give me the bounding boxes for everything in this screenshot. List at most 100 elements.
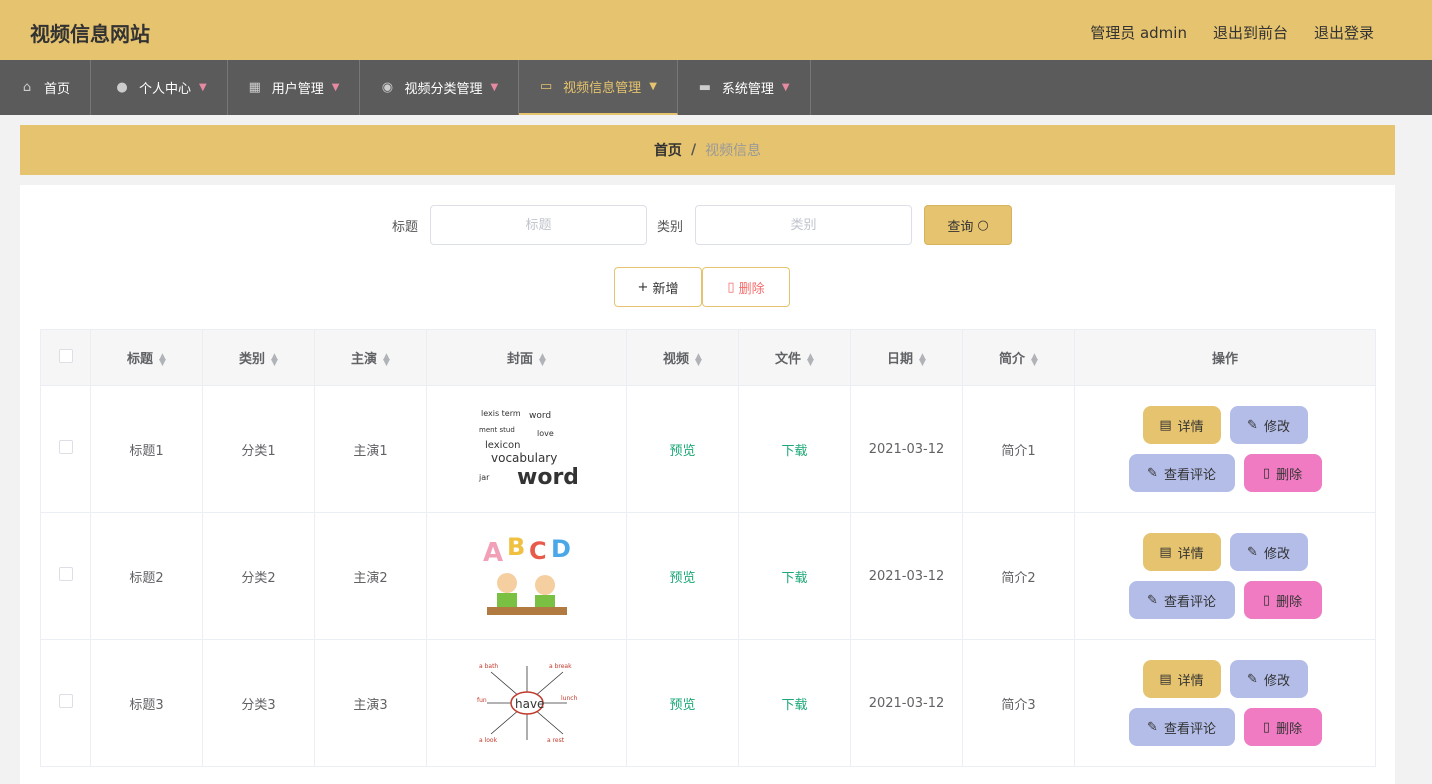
query-button[interactable]: 查询 ○	[924, 205, 1013, 245]
batch-delete-button[interactable]: ▯ 删除	[702, 267, 790, 307]
grid-icon: ▦	[248, 79, 261, 95]
row-checkbox[interactable]	[58, 440, 73, 454]
delete-button[interactable]: ▯ 删除	[1243, 581, 1322, 619]
sort-icon[interactable]: ▲ ▼	[695, 352, 702, 367]
preview-link[interactable]: 预览	[669, 571, 695, 586]
svg-text:vocabulary: vocabulary	[491, 451, 557, 465]
add-button[interactable]: + 新增	[614, 267, 702, 307]
cell-video: 预览	[626, 639, 739, 767]
cell-title: 标题2	[90, 512, 203, 640]
sort-icon[interactable]: ▲ ▼	[159, 352, 166, 367]
svg-text:a look: a look	[479, 737, 498, 744]
sort-icon[interactable]: ▲ ▼	[383, 352, 390, 367]
cell-date: 2021-03-12	[850, 385, 963, 513]
col-header-cover[interactable]: 封面 ▲ ▼	[426, 329, 627, 386]
top-header: 视频信息网站 管理员 admin 退出到前台 退出登录	[0, 0, 1432, 60]
nav-item-system[interactable]: ▬ 系统管理 ▼	[678, 60, 811, 115]
delete-button[interactable]: ▯ 删除	[1243, 708, 1322, 746]
edit-button[interactable]: ✎ 修改	[1229, 406, 1308, 444]
chat-icon: ▭	[540, 78, 553, 94]
cell-cover: A B C D	[426, 512, 627, 640]
row-checkbox[interactable]	[58, 694, 73, 708]
title-search-input[interactable]	[430, 205, 648, 245]
delete-button[interactable]: ▯ 删除	[1243, 454, 1322, 492]
cell-cover: have a bath a break fun lunch a look a rest	[426, 639, 627, 767]
trash-icon: ▯	[1262, 465, 1271, 481]
svg-text:A: A	[483, 538, 503, 568]
view-comments-button[interactable]: ✎ 查看评论	[1128, 454, 1235, 492]
pencil-icon: ✎	[1247, 544, 1258, 560]
title-search-label: 标题	[392, 219, 419, 235]
cell-ops: ▤ 详情 ✎ 修改 ✎ 查看评论 ▯ 删除	[1074, 385, 1376, 513]
sort-icon[interactable]: ▲ ▼	[807, 352, 814, 367]
preview-link[interactable]: 预览	[669, 444, 695, 459]
detail-button[interactable]: ▤ 详情	[1142, 660, 1221, 698]
col-header-intro[interactable]: 简介 ▲ ▼	[962, 329, 1075, 386]
svg-text:B: B	[507, 533, 525, 561]
doc-icon: ▤	[1159, 417, 1172, 433]
table-row: 标题3 分类3 主演3 have a bath a break fun lunc…	[40, 639, 1376, 767]
detail-button[interactable]: ▤ 详情	[1142, 533, 1221, 571]
svg-text:D: D	[551, 535, 571, 563]
chevron-down-icon: ▼	[490, 82, 499, 93]
pencil-icon: ✎	[1247, 417, 1258, 433]
preview-link[interactable]: 预览	[669, 698, 695, 713]
download-link[interactable]: 下载	[781, 698, 807, 713]
category-search-label: 类别	[657, 219, 684, 235]
svg-text:jar: jar	[478, 473, 490, 482]
breadcrumb: 首页 / 视频信息	[20, 125, 1395, 175]
add-button-label: 新增	[652, 281, 679, 297]
pencil-icon: ✎	[1247, 671, 1258, 687]
view-comments-button[interactable]: ✎ 查看评论	[1128, 708, 1235, 746]
row-checkbox[interactable]	[58, 567, 73, 581]
breadcrumb-home[interactable]: 首页	[654, 140, 682, 160]
col-header-actor[interactable]: 主演 ▲ ▼	[314, 329, 427, 386]
nav-item-video-info[interactable]: ▭ 视频信息管理 ▼	[519, 60, 678, 115]
view-comments-button[interactable]: ✎ 查看评论	[1128, 581, 1235, 619]
select-all-checkbox[interactable]	[58, 348, 73, 363]
sort-icon[interactable]: ▲ ▼	[919, 352, 926, 367]
nav-item-personal-center[interactable]: ● 个人中心 ▼	[91, 60, 228, 115]
batch-delete-label: 删除	[738, 281, 765, 297]
search-bar: 标题 类别 查询 ○	[392, 205, 1013, 245]
col-header-file[interactable]: 文件 ▲ ▼	[738, 329, 851, 386]
download-link[interactable]: 下载	[781, 571, 807, 586]
table-row: 标题2 分类2 主演2 A B C D 预览 下载 2021-03-12 简介2…	[40, 512, 1376, 640]
cell-category: 分类3	[202, 639, 315, 767]
col-header-title[interactable]: 标题 ▲ ▼	[90, 329, 203, 386]
cell-intro: 简介2	[962, 512, 1075, 640]
logout-link[interactable]: 退出登录	[1314, 22, 1374, 43]
nav-item-home[interactable]: ⌂ 首页	[0, 60, 92, 115]
edit-button[interactable]: ✎ 修改	[1229, 660, 1308, 698]
table-header-row: 标题 ▲ ▼ 类别 ▲ ▼ 主演 ▲ ▼ 封面 ▲ ▼ 视频 ▲ ▼ 文件 ▲ ▼ 日期 ▲ ▼ 简介 ▲ ▼ …	[40, 329, 1376, 386]
chevron-down-icon: ▼	[649, 81, 657, 92]
category-search-input[interactable]	[695, 205, 913, 245]
sort-icon[interactable]: ▲ ▼	[271, 352, 278, 367]
nav-item-user-management[interactable]: ▦ 用户管理 ▼	[228, 60, 361, 115]
nav-item-label: 系统管理	[721, 82, 774, 97]
select-all-cell	[40, 329, 91, 386]
nav-item-label: 个人中心	[139, 82, 192, 97]
col-header-video[interactable]: 视频 ▲ ▼	[626, 329, 739, 386]
sort-icon[interactable]: ▲ ▼	[539, 352, 546, 367]
nav-item-video-category[interactable]: ◉ 视频分类管理 ▼	[360, 60, 520, 115]
cell-date: 2021-03-12	[850, 512, 963, 640]
cell-actor: 主演1	[314, 385, 427, 513]
sort-icon[interactable]: ▲ ▼	[1031, 352, 1038, 367]
goto-frontend-link[interactable]: 退出到前台	[1213, 22, 1288, 43]
site-title: 视频信息网站	[30, 22, 150, 46]
briefcase-icon: ▬	[698, 79, 712, 95]
col-header-category[interactable]: 类别 ▲ ▼	[202, 329, 315, 386]
cell-ops: ▤ 详情 ✎ 修改 ✎ 查看评论 ▯ 删除	[1074, 639, 1376, 767]
download-link[interactable]: 下载	[781, 444, 807, 459]
pencil-icon: ✎	[1147, 719, 1158, 735]
svg-text:word: word	[529, 411, 551, 421]
detail-button[interactable]: ▤ 详情	[1142, 406, 1221, 444]
col-header-date[interactable]: 日期 ▲ ▼	[850, 329, 963, 386]
cell-category: 分类1	[202, 385, 315, 513]
header-links: 管理员 admin 退出到前台 退出登录	[1090, 22, 1374, 43]
trash-icon: ▯	[1262, 719, 1271, 735]
col-header-ops: 操作	[1074, 329, 1376, 386]
edit-button[interactable]: ✎ 修改	[1229, 533, 1308, 571]
bulb-icon: ◉	[381, 79, 394, 95]
